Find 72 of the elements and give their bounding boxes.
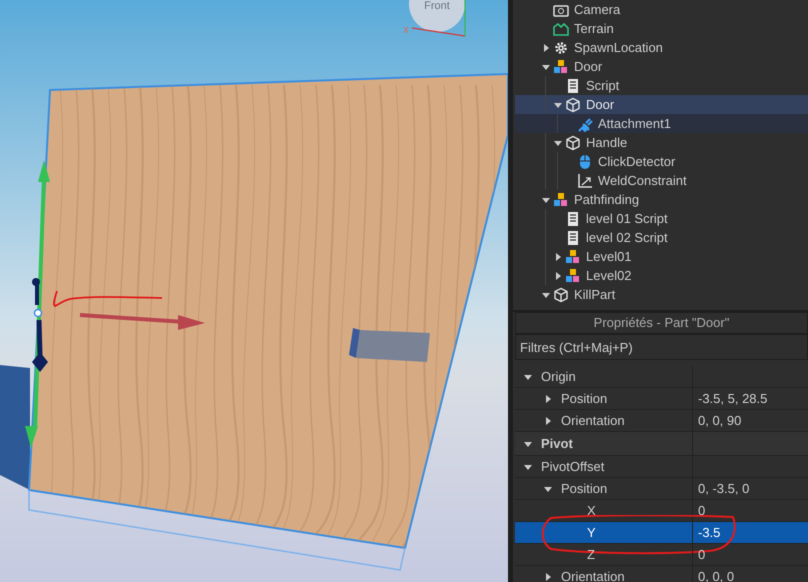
blocks-icon xyxy=(553,58,569,74)
property-row[interactable]: Y -3.5 xyxy=(515,522,808,544)
tree-item[interactable]: Level01 xyxy=(515,247,808,266)
panel-title: Propriétés - Part "Door" xyxy=(515,312,808,334)
view-cube xyxy=(409,0,465,32)
tree-item[interactable]: Script xyxy=(515,76,808,95)
caret-down-icon[interactable] xyxy=(542,62,550,70)
caret-right-icon[interactable] xyxy=(542,44,550,52)
property-name: PivotOffset xyxy=(541,458,604,476)
view-cube-label: Front xyxy=(424,0,450,12)
caret-right-icon[interactable] xyxy=(554,272,562,280)
tree-item[interactable]: Camera xyxy=(515,0,808,19)
tree-item[interactable]: Door xyxy=(515,57,808,76)
tree-item[interactable]: Pathfinding xyxy=(515,190,808,209)
property-value[interactable]: 0 xyxy=(698,500,706,520)
filter-field[interactable]: Filtres (Ctrl+Maj+P) xyxy=(515,334,808,360)
property-row[interactable]: Position 0, -3.5, 0 xyxy=(515,478,808,500)
property-row[interactable]: Position -3.5, 5, 28.5 xyxy=(515,388,808,410)
axis-line xyxy=(412,0,466,37)
caret-down-icon[interactable] xyxy=(524,440,532,448)
caret-right-icon[interactable] xyxy=(544,394,552,402)
tree-item[interactable]: Door xyxy=(515,95,808,114)
property-name: Position xyxy=(561,390,608,408)
tree-item[interactable]: Terrain xyxy=(515,19,808,38)
tree-item[interactable]: Level02 xyxy=(515,266,808,285)
axis-label: X xyxy=(403,25,410,35)
property-name: Position xyxy=(561,480,608,498)
cube-icon xyxy=(565,134,581,150)
tree-item[interactable]: Attachment1 xyxy=(515,114,808,133)
caret-right-icon[interactable] xyxy=(544,416,552,424)
tree-item[interactable]: level 02 Script xyxy=(515,228,808,247)
script-icon xyxy=(565,210,581,226)
weld-icon xyxy=(577,172,593,188)
property-value[interactable]: 0, -3.5, 0 xyxy=(698,478,750,498)
property-row[interactable]: Origin xyxy=(515,366,808,388)
property-name: Orientation xyxy=(561,568,625,582)
property-section[interactable]: Pivot xyxy=(515,432,808,456)
tree-item[interactable]: KillPart xyxy=(515,285,808,304)
mouse-icon xyxy=(577,154,593,170)
tree-item[interactable]: level 01 Script xyxy=(515,209,808,228)
property-value[interactable]: -3.5 xyxy=(698,522,720,542)
cube-icon xyxy=(553,286,569,302)
property-name: Orientation xyxy=(561,412,625,430)
script-icon xyxy=(565,230,581,246)
property-name: Pivot xyxy=(541,434,573,453)
caret-down-icon[interactable] xyxy=(524,462,532,470)
caret-down-icon[interactable] xyxy=(524,372,532,380)
plug-icon xyxy=(577,116,593,132)
property-name: Origin xyxy=(541,368,576,386)
blocks-icon xyxy=(553,192,569,208)
tree-item[interactable]: ClickDetector xyxy=(515,152,808,171)
blocks-icon xyxy=(565,268,581,284)
property-value[interactable]: -3.5, 5, 28.5 xyxy=(698,388,768,408)
caret-right-icon[interactable] xyxy=(554,252,562,260)
property-name: Y xyxy=(586,524,596,542)
caret-down-icon[interactable] xyxy=(544,484,552,492)
gear-icon xyxy=(553,40,569,56)
tree-item[interactable]: SpawnLocation xyxy=(515,38,808,57)
caret-down-icon[interactable] xyxy=(554,138,562,146)
property-name: X xyxy=(586,502,596,520)
property-value[interactable]: 0, 0, 90 xyxy=(698,410,742,430)
caret-down-icon[interactable] xyxy=(554,100,562,108)
caret-down-icon[interactable] xyxy=(542,290,550,298)
terrain-icon xyxy=(553,20,569,36)
cube-icon xyxy=(565,96,581,112)
property-row[interactable]: PivotOffset xyxy=(515,456,808,478)
script-icon xyxy=(565,78,581,94)
tree-item[interactable]: Handle xyxy=(515,133,808,152)
caret-down-icon[interactable] xyxy=(542,196,550,204)
caret-right-icon[interactable] xyxy=(544,572,552,580)
tree-item[interactable]: WeldConstraint xyxy=(515,171,808,190)
blocks-icon xyxy=(565,248,581,264)
